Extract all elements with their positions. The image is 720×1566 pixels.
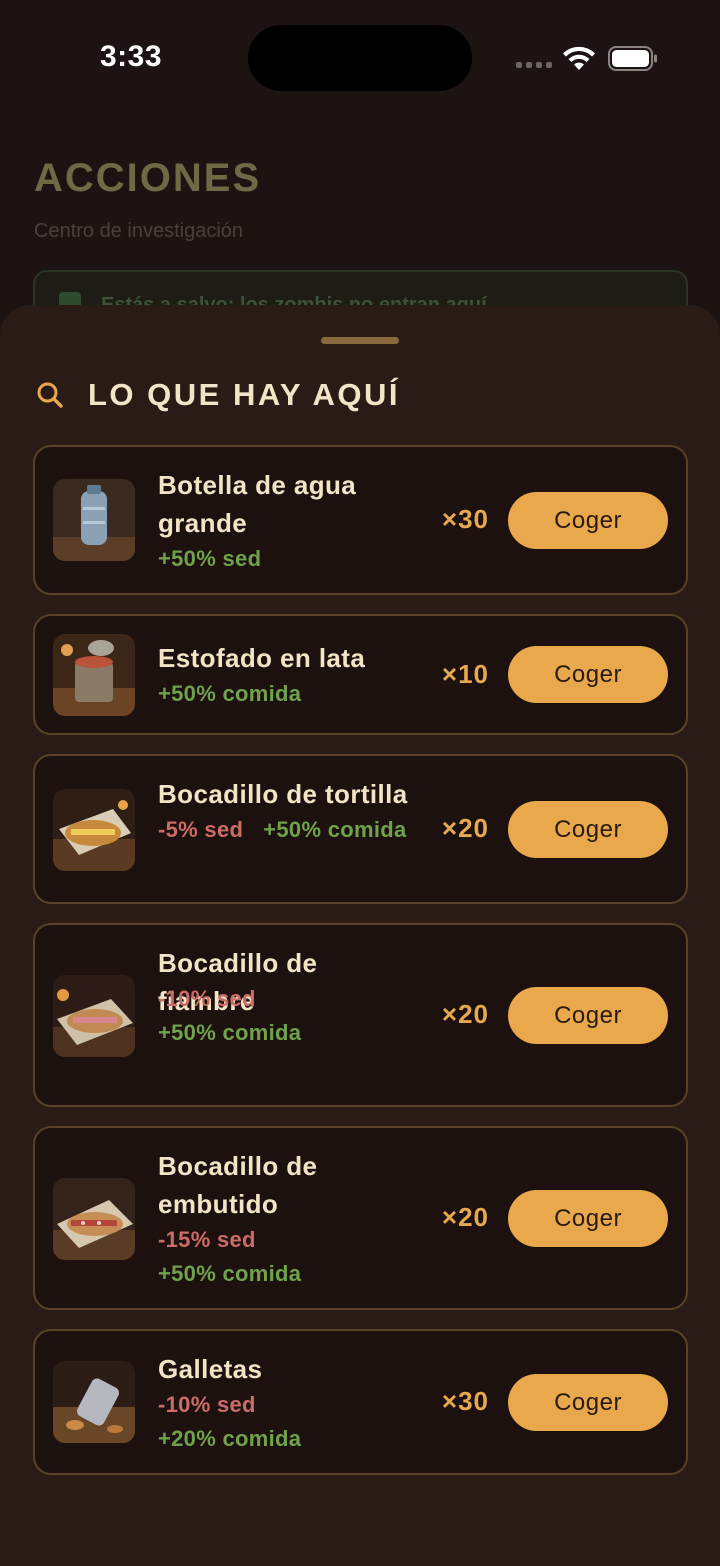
effect-food: +50% comida	[263, 817, 407, 842]
take-button[interactable]: Coger	[508, 1374, 668, 1431]
effect-thirst: -10% sed	[158, 1392, 256, 1417]
item-info: Estofado en lata +50% comida	[158, 639, 365, 711]
item-info: Bocadillo de fiambre -10% sed +50% comid…	[158, 944, 418, 1050]
list-item: Bocadillo de fiambre -10% sed +50% comid…	[33, 923, 688, 1107]
cookies-image	[53, 1361, 135, 1443]
sheet-header: LO QUE HAY AQUÍ	[36, 377, 400, 413]
item-info: Botella de agua grande +50% sed	[158, 466, 418, 576]
item-name: Bocadillo de tortilla	[158, 779, 408, 809]
item-list: Botella de agua grande +50% sed ×30 Coge…	[33, 445, 688, 1494]
effect-thirst: -15% sed	[158, 1227, 256, 1252]
item-effects: -5% sed +50% comida	[158, 813, 408, 847]
sheet-grabber[interactable]	[321, 337, 399, 344]
item-info: Galletas -10% sed +20% comida	[158, 1350, 301, 1456]
canned-stew-image	[53, 634, 135, 716]
status-bar: 3:33	[0, 0, 720, 120]
item-name: Estofado en lata	[158, 643, 366, 673]
effect-food: +50% comida	[158, 681, 302, 706]
battery-icon	[608, 46, 657, 71]
item-name: Galletas	[158, 1354, 263, 1384]
item-effects: -10% sed +20% comida	[158, 1388, 301, 1456]
take-button[interactable]: Coger	[508, 801, 668, 858]
item-info: Bocadillo de tortilla -5% sed +50% comid…	[158, 775, 408, 847]
omelette-sandwich-image	[53, 789, 135, 871]
screen: 3:33 ACCIONES Centro de investigación Es…	[0, 0, 720, 1566]
list-item: Bocadillo de embutido -15% sed +50% comi…	[33, 1126, 688, 1310]
item-name: Botella de agua grande	[158, 470, 357, 538]
status-time: 3:33	[100, 40, 163, 73]
effect-food: +20% comida	[158, 1426, 302, 1451]
item-quantity: ×20	[441, 999, 489, 1029]
item-quantity: ×30	[441, 1386, 489, 1416]
item-info: Bocadillo de embutido -15% sed +50% comi…	[158, 1147, 418, 1291]
item-quantity: ×10	[441, 659, 489, 689]
item-effects: +50% sed	[158, 542, 418, 576]
take-button[interactable]: Coger	[508, 492, 668, 549]
item-quantity: ×20	[441, 813, 489, 843]
list-item: Botella de agua grande +50% sed ×30 Coge…	[33, 445, 688, 595]
wifi-icon	[563, 46, 595, 70]
item-effects: -15% sed +50% comida	[158, 1223, 418, 1291]
item-name: Bocadillo de embutido	[158, 1151, 318, 1219]
effect-thirst: -5% sed	[158, 817, 244, 842]
sausage-sandwich-image	[53, 1178, 135, 1260]
effect-food: +50% comida	[158, 1261, 302, 1286]
list-item: Bocadillo de tortilla -5% sed +50% comid…	[33, 754, 688, 904]
page-title: ACCIONES	[34, 156, 262, 200]
item-effects: +50% comida	[158, 677, 365, 711]
items-sheet: LO QUE HAY AQUÍ Botella de agua grande +…	[0, 305, 720, 1566]
ham-sandwich-image	[53, 975, 135, 1057]
search-icon	[37, 382, 63, 408]
item-quantity: ×20	[441, 1202, 489, 1232]
item-effects: -10% sed +50% comida	[158, 982, 418, 1050]
list-item: Galletas -10% sed +20% comida ×30 Coger	[33, 1329, 688, 1475]
item-quantity: ×30	[441, 504, 489, 534]
water-bottle-image	[53, 479, 135, 561]
cellular-signal-icon	[516, 62, 552, 68]
effect-thirst: -10% sed	[158, 986, 256, 1011]
page-subtitle: Centro de investigación	[34, 220, 244, 242]
take-button[interactable]: Coger	[508, 646, 668, 703]
dynamic-island	[248, 25, 472, 91]
effect-food: +50% comida	[158, 1020, 302, 1045]
take-button[interactable]: Coger	[508, 1190, 668, 1247]
list-item: Estofado en lata +50% comida ×10 Coger	[33, 614, 688, 735]
effect-thirst: +50% sed	[158, 546, 262, 571]
sheet-title: LO QUE HAY AQUÍ	[88, 377, 400, 412]
take-button[interactable]: Coger	[508, 987, 668, 1044]
